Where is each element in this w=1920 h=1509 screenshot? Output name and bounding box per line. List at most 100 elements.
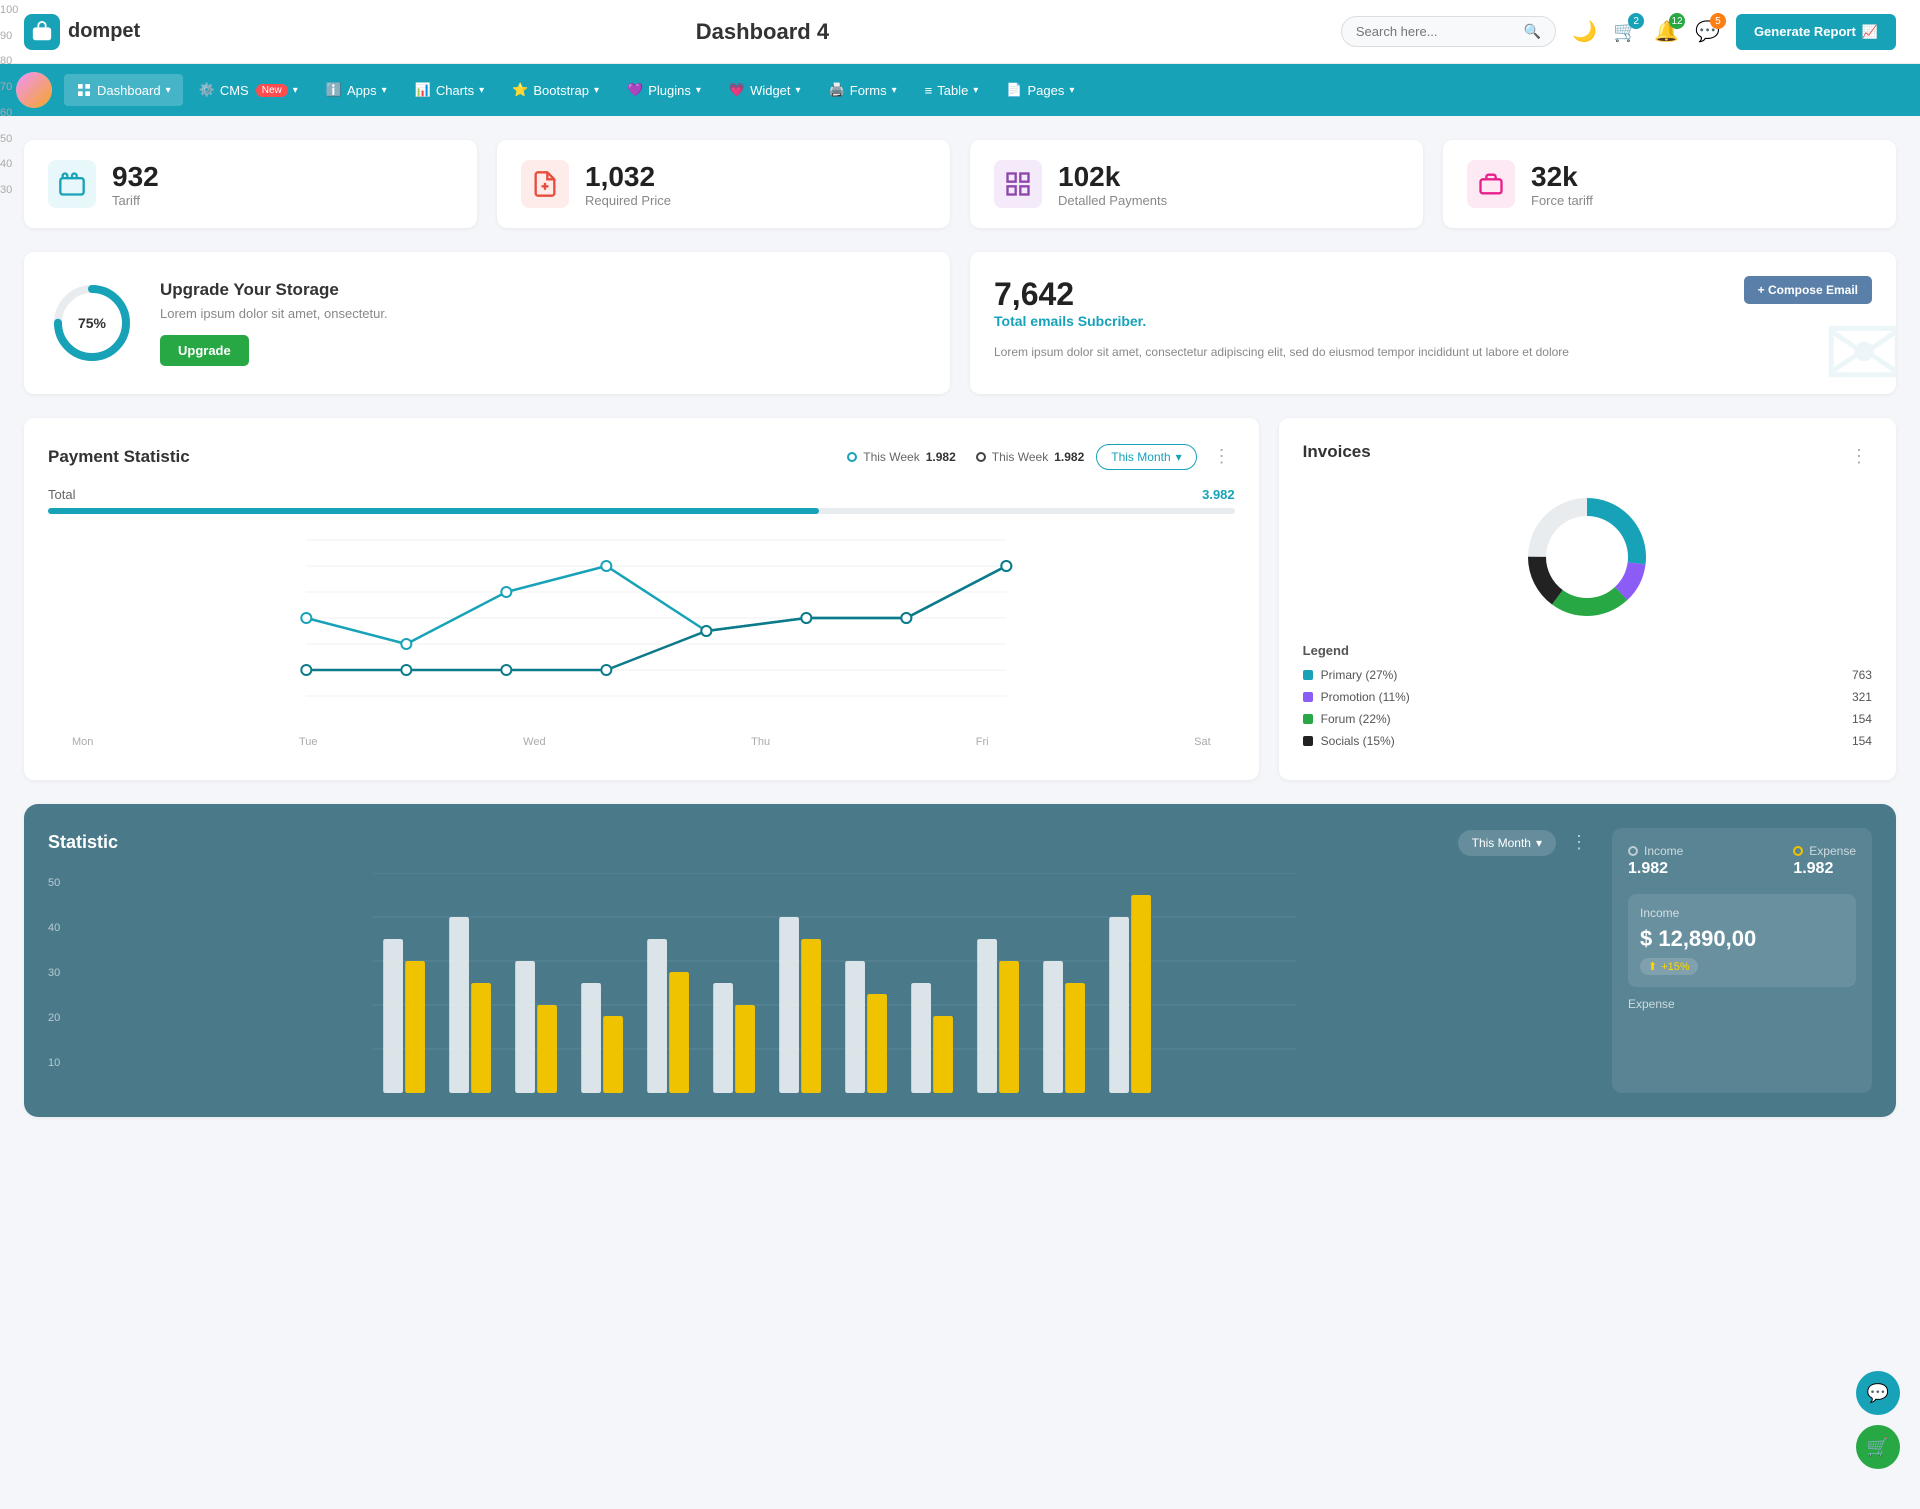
stat-card-force-tariff: 32k Force tariff bbox=[1443, 140, 1896, 228]
this-month-filter-button[interactable]: This Month ▾ bbox=[1096, 444, 1196, 470]
legend-val-2: 1.982 bbox=[1054, 450, 1084, 464]
income-box: Income $ 12,890,00 ⬆ +15% bbox=[1628, 894, 1856, 987]
nav-label-cms: CMS bbox=[220, 83, 249, 98]
donut-chart-svg bbox=[1517, 487, 1657, 627]
detailed-payments-icon bbox=[994, 160, 1042, 208]
stat-card-required-price-text: 1,032 Required Price bbox=[585, 161, 671, 208]
theme-toggle-icon[interactable]: 🌙 bbox=[1572, 19, 1597, 44]
navbar: Dashboard ▾ ⚙️ CMS New ▾ ℹ️ Apps ▾ 📊 Cha… bbox=[0, 64, 1920, 116]
table-icon: ≡ bbox=[925, 83, 933, 98]
chevron-down-icon: ▾ bbox=[382, 85, 387, 96]
nav-label-pages: Pages bbox=[1028, 83, 1065, 98]
sidebar-item-bootstrap[interactable]: ⭐ Bootstrap ▾ bbox=[500, 74, 611, 106]
legend-value-primary: 763 bbox=[1852, 668, 1872, 682]
stat-card-force-tariff-text: 32k Force tariff bbox=[1531, 161, 1593, 208]
sidebar-item-apps[interactable]: ℹ️ Apps ▾ bbox=[314, 74, 399, 106]
more-options-icon[interactable]: ⋮ bbox=[1209, 442, 1235, 471]
income-box-value: $ 12,890,00 bbox=[1640, 926, 1844, 952]
nav-label-forms: Forms bbox=[850, 83, 887, 98]
chat-fab-button[interactable]: 💬 bbox=[1856, 1371, 1900, 1415]
notification-icon[interactable]: 🔔 12 bbox=[1654, 19, 1679, 44]
chevron-down-icon: ▾ bbox=[1536, 836, 1542, 850]
stat-card-tariff-text: 932 Tariff bbox=[112, 161, 159, 208]
search-icon: 🔍 bbox=[1524, 23, 1541, 40]
chevron-down-icon: ▾ bbox=[973, 85, 978, 96]
sidebar-item-cms[interactable]: ⚙️ CMS New ▾ bbox=[187, 74, 310, 106]
msg-badge: 5 bbox=[1710, 13, 1726, 29]
chevron-down-icon: ▾ bbox=[696, 85, 701, 96]
info-icon: ℹ️ bbox=[326, 82, 342, 98]
force-tariff-value: 32k bbox=[1531, 161, 1593, 193]
legend-item-promotion: Promotion (11%) 321 bbox=[1303, 690, 1872, 704]
invoices-more-options-icon[interactable]: ⋮ bbox=[1846, 442, 1872, 471]
detailed-payments-label: Detalled Payments bbox=[1058, 193, 1167, 208]
cart-icon[interactable]: 🛒 2 bbox=[1613, 19, 1638, 44]
email-count: 7,642 Total emails Subcriber. bbox=[994, 276, 1146, 337]
sidebar-item-widget[interactable]: 💗 Widget ▾ bbox=[717, 74, 813, 106]
middle-row: 75% Upgrade Your Storage Lorem ipsum dol… bbox=[24, 252, 1896, 394]
expense-legend-label: Expense bbox=[1809, 844, 1856, 858]
email-card: 7,642 Total emails Subcriber. + Compose … bbox=[970, 252, 1896, 394]
search-input[interactable] bbox=[1356, 24, 1516, 39]
invoices-card: Invoices ⋮ Lege bbox=[1279, 418, 1896, 780]
line-chart-wrapper: 100 90 80 70 60 50 40 30 bbox=[48, 530, 1235, 730]
chevron-down-icon: ▾ bbox=[1069, 85, 1074, 96]
tariff-value: 932 bbox=[112, 161, 159, 193]
payment-total-row: Total 3.982 bbox=[48, 487, 1235, 502]
legend-label-1: This Week bbox=[863, 450, 919, 464]
donut-chart-container bbox=[1303, 487, 1872, 627]
upgrade-button[interactable]: Upgrade bbox=[160, 335, 249, 366]
payment-header: Payment Statistic This Week 1.982 This W… bbox=[48, 442, 1235, 471]
income-legend-item: Income 1.982 bbox=[1628, 844, 1683, 878]
cart-fab-button[interactable]: 🛒 bbox=[1856, 1425, 1900, 1469]
email-card-header: 7,642 Total emails Subcriber. + Compose … bbox=[994, 276, 1872, 337]
chevron-down-icon: ▾ bbox=[1176, 450, 1182, 464]
message-icon[interactable]: 💬 5 bbox=[1695, 19, 1720, 44]
generate-report-button[interactable]: Generate Report 📈 bbox=[1736, 14, 1896, 50]
payment-title: Payment Statistic bbox=[48, 447, 190, 467]
payment-card: Payment Statistic This Week 1.982 This W… bbox=[24, 418, 1259, 780]
storage-progress-label: 75% bbox=[78, 315, 106, 331]
nav-label-bootstrap: Bootstrap bbox=[533, 83, 589, 98]
sidebar-item-charts[interactable]: 📊 Charts ▾ bbox=[403, 74, 497, 106]
chevron-down-icon: ▾ bbox=[293, 85, 298, 96]
required-price-icon bbox=[521, 160, 569, 208]
chevron-down-icon: ▾ bbox=[796, 85, 801, 96]
star-icon: ⭐ bbox=[512, 82, 528, 98]
legend-label-socials: Socials (15%) bbox=[1321, 734, 1395, 748]
payment-progress-bar bbox=[48, 508, 1235, 514]
legend-item-socials: Socials (15%) 154 bbox=[1303, 734, 1872, 748]
chevron-down-icon: ▾ bbox=[479, 85, 484, 96]
search-box[interactable]: 🔍 bbox=[1341, 16, 1556, 47]
sidebar-item-table[interactable]: ≡ Table ▾ bbox=[913, 75, 991, 106]
sidebar-item-dashboard[interactable]: Dashboard ▾ bbox=[64, 74, 183, 106]
invoices-header: Invoices ⋮ bbox=[1303, 442, 1872, 471]
email-bg-icon: ✉ bbox=[1822, 304, 1896, 394]
sidebar-item-forms[interactable]: 🖨️ Forms ▾ bbox=[817, 74, 909, 106]
legend-label-promotion: Promotion (11%) bbox=[1321, 690, 1410, 704]
statistic-more-options-icon[interactable]: ⋮ bbox=[1566, 828, 1592, 857]
storage-card: 75% Upgrade Your Storage Lorem ipsum dol… bbox=[24, 252, 950, 394]
payment-legend: This Week 1.982 This Week 1.982 bbox=[847, 450, 1084, 464]
stat-card-tariff: 932 Tariff bbox=[24, 140, 477, 228]
logo-text: dompet bbox=[68, 20, 140, 43]
notif-badge: 12 bbox=[1669, 13, 1685, 29]
legend-dot-dark bbox=[976, 452, 986, 462]
expense-legend-value: 1.982 bbox=[1793, 860, 1856, 878]
expense-circle-icon bbox=[1793, 846, 1803, 856]
stat-card-required-price: 1,032 Required Price bbox=[497, 140, 950, 228]
legend-value-promotion: 321 bbox=[1852, 690, 1872, 704]
statistic-left: Statistic This Month ▾ ⋮ 50 40 30 20 10 bbox=[48, 828, 1592, 1093]
sidebar-item-pages[interactable]: 📄 Pages ▾ bbox=[994, 74, 1086, 106]
expense-legend-item: Expense 1.982 bbox=[1793, 844, 1856, 878]
pages-icon: 📄 bbox=[1006, 82, 1022, 98]
nav-label-widget: Widget bbox=[750, 83, 790, 98]
sidebar-item-plugins[interactable]: 💜 Plugins ▾ bbox=[615, 74, 713, 106]
statistic-month-filter-button[interactable]: This Month ▾ bbox=[1458, 830, 1556, 856]
statistic-section: Statistic This Month ▾ ⋮ 50 40 30 20 10 bbox=[24, 804, 1896, 1117]
force-tariff-icon bbox=[1467, 160, 1515, 208]
legend-dot-teal bbox=[847, 452, 857, 462]
widget-icon: 💗 bbox=[729, 82, 745, 98]
force-tariff-label: Force tariff bbox=[1531, 193, 1593, 208]
storage-description: Lorem ipsum dolor sit amet, onsectetur. bbox=[160, 306, 388, 321]
